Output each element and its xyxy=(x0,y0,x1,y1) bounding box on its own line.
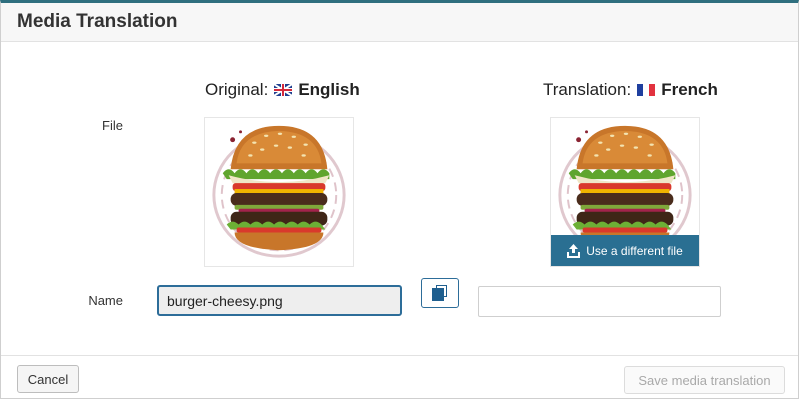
original-heading: Original: English xyxy=(205,80,360,100)
translation-image: Use a different file xyxy=(550,117,700,267)
dialog-header: Media Translation xyxy=(1,3,798,42)
file-label: File xyxy=(102,118,123,133)
media-translation-dialog: Media Translation Original: English Tran… xyxy=(0,0,799,399)
cancel-button[interactable]: Cancel xyxy=(17,365,79,393)
copy-icon xyxy=(432,285,448,301)
burger-image xyxy=(212,124,346,258)
original-name-input[interactable] xyxy=(157,285,402,316)
upload-icon xyxy=(567,243,581,258)
original-language: English xyxy=(298,80,360,99)
original-image xyxy=(204,117,354,267)
fr-flag-icon xyxy=(637,84,656,96)
name-label: Name xyxy=(88,293,123,308)
translation-name-input[interactable] xyxy=(478,286,721,317)
dialog-title: Media Translation xyxy=(17,11,178,32)
translation-language: French xyxy=(661,80,718,99)
footer-divider xyxy=(1,355,798,356)
translation-heading-prefix: Translation: xyxy=(543,80,632,99)
use-different-file-label: Use a different file xyxy=(586,243,683,258)
save-media-translation-button[interactable]: Save media translation xyxy=(624,366,785,394)
use-different-file-button[interactable]: Use a different file xyxy=(551,235,699,266)
copy-name-button[interactable] xyxy=(421,278,459,308)
original-heading-prefix: Original: xyxy=(205,80,269,99)
uk-flag-icon xyxy=(274,84,293,96)
translation-heading: Translation: French xyxy=(543,80,718,100)
